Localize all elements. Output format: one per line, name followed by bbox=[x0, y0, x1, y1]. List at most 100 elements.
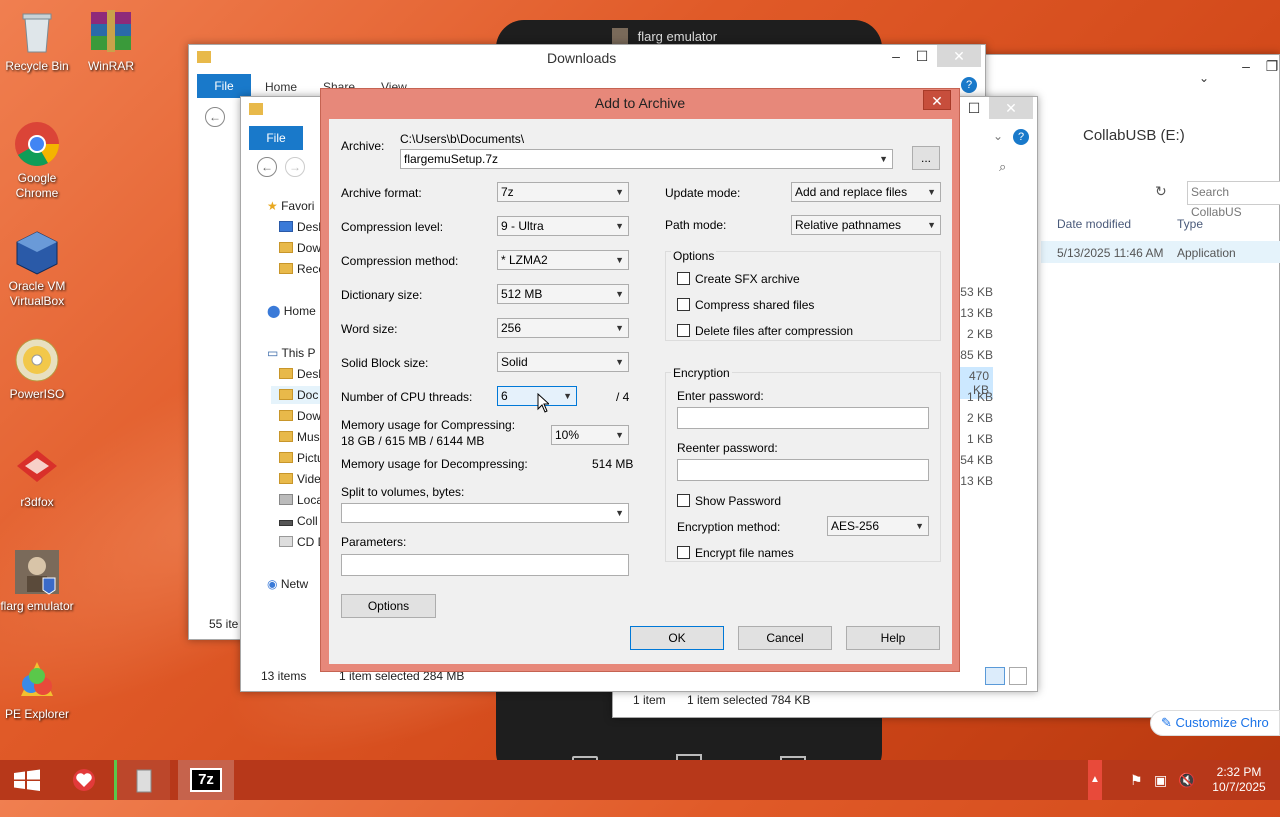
taskbar-health-app[interactable] bbox=[56, 760, 112, 800]
show-password-checkbox[interactable]: Show Password bbox=[677, 494, 781, 508]
desktop-icon-winrar[interactable]: WinRAR bbox=[74, 8, 148, 74]
enc-method-select[interactable]: AES-256 ▼ bbox=[827, 516, 929, 536]
desktop-icon-chrome[interactable]: Google Chrome bbox=[0, 120, 74, 201]
help-button[interactable]: Help bbox=[846, 626, 940, 650]
collab-minimize-button[interactable]: – bbox=[1233, 55, 1259, 77]
dialog-close-button[interactable]: ✕ bbox=[923, 90, 951, 110]
downloads-help-icon[interactable]: ? bbox=[961, 77, 977, 93]
downloads-back-icon[interactable]: ← bbox=[205, 107, 225, 127]
format-select[interactable]: 7z ▼ bbox=[497, 182, 629, 202]
nav-pc-videos[interactable]: Vide bbox=[279, 472, 321, 486]
nav-network[interactable]: ◉ Netw bbox=[267, 577, 308, 591]
dict-select[interactable]: 512 MB ▼ bbox=[497, 284, 629, 304]
show-hidden-icons-button[interactable]: ▲ bbox=[1088, 760, 1102, 800]
documents-tab-file[interactable]: File bbox=[249, 126, 303, 150]
chevron-down-icon: ▼ bbox=[927, 187, 936, 197]
documents-help-icon[interactable]: ? bbox=[1013, 129, 1029, 145]
downloads-maximize-button[interactable]: ☐ bbox=[909, 45, 935, 67]
split-combo[interactable]: ▼ bbox=[341, 503, 629, 523]
desktop-icon-flarg-emulator[interactable]: flarg emulator bbox=[0, 548, 74, 614]
nav-pc-local-disk[interactable]: Loca bbox=[279, 493, 323, 507]
desktop-icon-virtualbox[interactable]: Oracle VM VirtualBox bbox=[0, 228, 74, 309]
flarg-window-icon bbox=[612, 28, 628, 44]
mem-percent-select[interactable]: 10% ▼ bbox=[551, 425, 629, 445]
documents-search-icon[interactable]: ⌕ bbox=[999, 159, 1006, 175]
desktop-icon-poweriso[interactable]: PowerISO bbox=[0, 336, 74, 402]
word-select[interactable]: 256 ▼ bbox=[497, 318, 629, 338]
delete-checkbox[interactable]: Delete files after compression bbox=[677, 324, 853, 338]
nav-downloads[interactable]: Dow bbox=[279, 241, 321, 255]
chevron-down-icon: ▼ bbox=[915, 521, 924, 531]
nav-favorites[interactable]: ★ Favori bbox=[267, 199, 314, 213]
reenter-password-input[interactable] bbox=[677, 459, 929, 481]
collab-refresh-icon[interactable]: ↻ bbox=[1155, 183, 1167, 200]
clock[interactable]: 2:32 PM 10/7/2025 bbox=[1204, 765, 1274, 795]
network-tray-icon[interactable]: ▣ bbox=[1154, 772, 1167, 789]
add-to-archive-dialog[interactable]: Add to Archive ✕ Archive: C:\Users\b\Doc… bbox=[320, 88, 960, 672]
documents-back-icon[interactable]: ← bbox=[257, 157, 277, 177]
downloads-tab-file[interactable]: File bbox=[197, 74, 251, 98]
documents-expand-icon[interactable]: ⌄ bbox=[993, 129, 1003, 143]
format-value: 7z bbox=[501, 185, 514, 199]
collab-status-items: 1 item bbox=[633, 693, 666, 707]
update-select[interactable]: Add and replace files ▼ bbox=[791, 182, 941, 202]
cancel-button[interactable]: Cancel bbox=[738, 626, 832, 650]
file-size: 2 KB bbox=[966, 327, 993, 341]
taskbar-flarg-emulator[interactable] bbox=[114, 760, 170, 800]
downloads-qat-folder-icon[interactable] bbox=[197, 51, 211, 63]
collab-search-input[interactable]: Search CollabUS bbox=[1187, 181, 1280, 219]
collab-ribbon-expand-icon[interactable]: ⌄ bbox=[1199, 71, 1209, 85]
nav-desktop[interactable]: Desk bbox=[279, 220, 324, 234]
encrypt-names-checkbox[interactable]: Encrypt file names bbox=[677, 546, 794, 560]
sfx-label: Create SFX archive bbox=[695, 272, 800, 286]
params-input[interactable] bbox=[341, 554, 629, 576]
desktop-icon-r3dfox[interactable]: r3dfox bbox=[0, 444, 74, 510]
sfx-checkbox[interactable]: Create SFX archive bbox=[677, 272, 800, 286]
nav-pc-music[interactable]: Mus bbox=[279, 430, 320, 444]
chevron-down-icon: ▼ bbox=[615, 430, 624, 440]
star-icon: ★ bbox=[267, 199, 282, 213]
large-icons-view-icon[interactable] bbox=[1009, 667, 1027, 685]
customize-chrome-button[interactable]: ✎ Customize Chro bbox=[1150, 710, 1280, 736]
solid-select[interactable]: Solid ▼ bbox=[497, 352, 629, 372]
collab-col-date-header[interactable]: Date modified bbox=[1057, 217, 1131, 231]
nav-homegroup[interactable]: ⬤ Home bbox=[267, 304, 316, 318]
downloads-tab-home[interactable]: Home bbox=[265, 80, 297, 94]
downloads-minimize-button[interactable]: – bbox=[883, 45, 909, 67]
path-select[interactable]: Relative pathnames ▼ bbox=[791, 215, 941, 235]
archive-name-value: flargemuSetup.7z bbox=[404, 152, 499, 166]
chevron-down-icon: ▼ bbox=[615, 187, 624, 197]
start-button[interactable] bbox=[0, 760, 56, 800]
desktop-icon-recycle-bin[interactable]: Recycle Bin bbox=[0, 8, 74, 74]
heart-icon bbox=[73, 769, 95, 791]
method-select[interactable]: * LZMA2 ▼ bbox=[497, 250, 629, 270]
documents-maximize-button[interactable]: ☐ bbox=[961, 97, 987, 119]
nav-this-pc[interactable]: ▭ This P bbox=[267, 346, 315, 360]
shared-checkbox[interactable]: Compress shared files bbox=[677, 298, 814, 312]
documents-close-button[interactable]: ✕ bbox=[989, 97, 1033, 119]
browse-button[interactable]: ... bbox=[912, 146, 940, 170]
level-select[interactable]: 9 - Ultra ▼ bbox=[497, 216, 629, 236]
update-value: Add and replace files bbox=[795, 185, 908, 199]
flag-icon[interactable]: ⚑ bbox=[1130, 772, 1143, 789]
nav-recent[interactable]: Rece bbox=[279, 262, 325, 276]
collab-col-type-header[interactable]: Type bbox=[1177, 217, 1203, 231]
ok-button[interactable]: OK bbox=[630, 626, 724, 650]
collab-maximize-button[interactable]: ❐ bbox=[1259, 55, 1280, 77]
nav-pc-desktop[interactable]: Desk bbox=[279, 367, 324, 381]
nav-pc-downloads[interactable]: Dow bbox=[279, 409, 321, 423]
chrome-icon bbox=[13, 120, 61, 168]
details-view-icon[interactable] bbox=[985, 667, 1005, 685]
documents-forward-icon[interactable]: → bbox=[285, 157, 305, 177]
archive-name-combo[interactable]: flargemuSetup.7z ▼ bbox=[400, 149, 893, 169]
downloads-close-button[interactable]: ✕ bbox=[937, 45, 981, 67]
nav-pc-pictures[interactable]: Pictu bbox=[279, 451, 324, 465]
chevron-down-icon: ▼ bbox=[615, 221, 624, 231]
documents-qat-folder-icon[interactable] bbox=[249, 103, 263, 115]
volume-muted-icon[interactable]: 🔇 bbox=[1178, 772, 1195, 789]
taskbar-7zip[interactable]: 7z bbox=[178, 760, 234, 800]
options-button[interactable]: Options bbox=[341, 594, 436, 618]
nav-pc-collabusb[interactable]: Coll bbox=[279, 514, 318, 528]
password-input[interactable] bbox=[677, 407, 929, 429]
desktop-icon-pe-explorer[interactable]: PE Explorer bbox=[0, 656, 74, 722]
